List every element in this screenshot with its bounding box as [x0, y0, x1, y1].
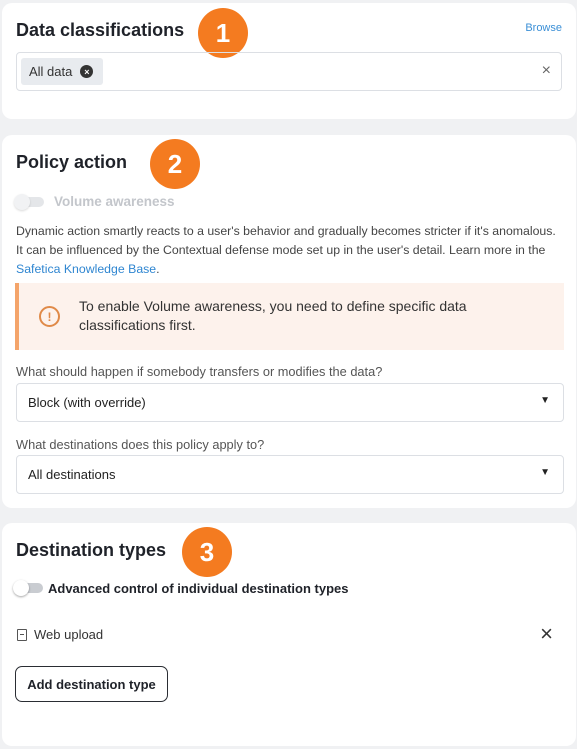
- volume-awareness-warning: ! To enable Volume awareness, you need t…: [15, 283, 564, 350]
- destination-question-label: What destinations does this policy apply…: [16, 437, 265, 452]
- add-destination-type-button[interactable]: Add destination type: [15, 666, 168, 702]
- warning-text: To enable Volume awareness, you need to …: [79, 298, 467, 333]
- action-select[interactable]: Block (with override) ▼: [16, 383, 564, 422]
- volume-awareness-toggle[interactable]: [14, 194, 44, 210]
- document-icon: [17, 628, 27, 641]
- chevron-down-icon: ▼: [540, 467, 550, 478]
- step-badge-2: 2: [150, 139, 200, 189]
- advanced-control-label: Advanced control of individual destinati…: [48, 581, 349, 596]
- destination-select[interactable]: All destinations ▼: [16, 455, 564, 494]
- description-text: Dynamic action smartly reacts to a user'…: [16, 224, 556, 257]
- warning-icon: !: [39, 306, 60, 327]
- destination-item-label: Web upload: [34, 627, 104, 642]
- clear-icon[interactable]: ×: [542, 62, 551, 80]
- classification-tag-input[interactable]: All data × ×: [16, 52, 562, 91]
- destination-select-value: All destinations: [28, 467, 116, 482]
- chevron-down-icon: ▼: [540, 395, 550, 406]
- remove-destination-icon[interactable]: ×: [540, 623, 553, 645]
- step-badge-1: 1: [198, 8, 248, 58]
- action-select-value: Block (with override): [28, 395, 146, 410]
- data-classifications-card: Data classifications 1 Browse All data ×…: [2, 3, 576, 119]
- chip-label: All data: [29, 64, 73, 79]
- destination-types-title: Destination types: [16, 540, 167, 560]
- policy-action-title: Policy action: [16, 152, 128, 172]
- browse-link[interactable]: Browse: [525, 22, 562, 34]
- action-question-label: What should happen if somebody transfers…: [16, 364, 383, 379]
- destination-types-card: Destination types 3 Advanced control of …: [2, 523, 576, 746]
- dynamic-action-description: Dynamic action smartly reacts to a user'…: [16, 222, 564, 279]
- destination-item-web-upload: Web upload: [17, 627, 103, 642]
- volume-awareness-label: Volume awareness: [54, 194, 175, 209]
- advanced-control-toggle[interactable]: [13, 580, 43, 596]
- policy-action-card: Policy action 2 Volume awareness Dynamic…: [2, 135, 576, 508]
- toggle-knob: [13, 580, 29, 596]
- chip-remove-icon[interactable]: ×: [80, 65, 94, 78]
- description-end: .: [156, 262, 160, 276]
- knowledge-base-link[interactable]: Safetica Knowledge Base: [16, 262, 156, 276]
- data-classifications-title: Data classifications: [16, 20, 185, 40]
- toggle-knob: [14, 194, 30, 210]
- classification-chip: All data ×: [21, 58, 104, 85]
- step-badge-3: 3: [182, 527, 232, 577]
